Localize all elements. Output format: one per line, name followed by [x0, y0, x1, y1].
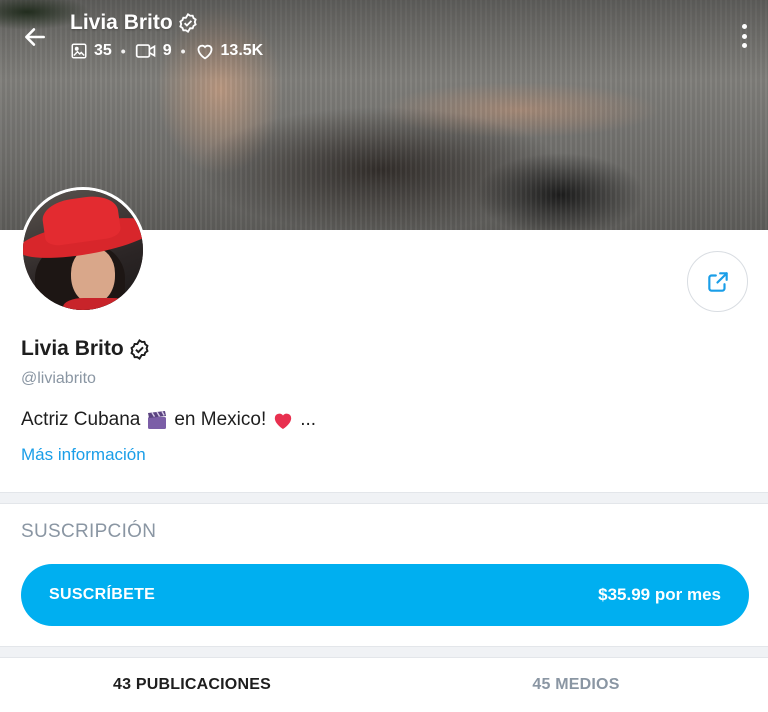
profile-page: Livia Brito 35 • 9 • 13.5K Livia Brito @…	[0, 0, 768, 712]
stat-likes-count: 13.5K	[220, 42, 264, 59]
stat-photos: 35	[70, 42, 112, 60]
more-options-button[interactable]	[738, 22, 750, 50]
avatar-face	[71, 248, 115, 304]
more-info-link[interactable]: Más información	[21, 445, 146, 465]
more-vertical-icon	[741, 24, 747, 29]
profile-handle: @liviabrito	[21, 370, 96, 387]
header-name: Livia Brito	[70, 11, 173, 34]
more-vertical-icon-dot	[741, 33, 747, 39]
bio-text-start: Actriz Cubana	[21, 409, 141, 430]
stat-videos: 9	[135, 42, 172, 60]
top-bar: Livia Brito 35 • 9 • 13.5K	[0, 0, 768, 76]
header-title-block: Livia Brito 35 • 9 • 13.5K	[70, 10, 263, 60]
header-title: Livia Brito	[70, 10, 263, 36]
bio-ellipsis: ...	[300, 409, 317, 430]
back-arrow-icon	[25, 28, 45, 46]
share-button[interactable]	[687, 251, 748, 312]
subscription-title: SUSCRIPCIÓN	[21, 521, 157, 542]
tab-posts[interactable]: 43 PUBLICACIONES	[0, 658, 384, 712]
subscribe-button[interactable]: SUSCRÍBETE $35.99 por mes	[21, 564, 749, 626]
stat-videos-count: 9	[162, 42, 172, 59]
subscribe-label: SUSCRÍBETE	[49, 586, 156, 603]
share-icon	[707, 271, 728, 292]
stat-separator: •	[180, 43, 186, 59]
verified-icon	[178, 12, 197, 34]
section-divider	[0, 646, 768, 658]
content-tabs: 43 PUBLICACIONES 45 MEDIOS	[0, 658, 768, 712]
tab-media[interactable]: 45 MEDIOS	[384, 658, 768, 712]
avatar[interactable]	[20, 187, 146, 313]
more-vertical-icon-dot	[741, 43, 747, 48]
heart-icon	[197, 44, 212, 60]
clapperboard-emoji	[148, 411, 167, 429]
image-icon	[71, 43, 87, 59]
profile-name: Livia Brito	[21, 336, 151, 362]
profile-bio: Actriz Cubana en Mexico! ...	[21, 409, 316, 431]
profile-name-text: Livia Brito	[21, 337, 124, 360]
back-button[interactable]	[18, 20, 52, 54]
stat-likes: 13.5K	[195, 42, 264, 60]
avatar-clothing	[63, 298, 133, 310]
stat-photos-count: 35	[94, 42, 112, 59]
verified-icon	[130, 338, 149, 360]
subscribe-price: $35.99 por mes	[598, 585, 721, 604]
header-stats: 35 • 9 • 13.5K	[70, 42, 263, 60]
video-icon	[135, 44, 156, 58]
bio-text-end: en Mexico!	[174, 409, 267, 430]
section-divider	[0, 492, 768, 504]
stat-separator: •	[120, 43, 126, 59]
heart-emoji	[275, 413, 292, 430]
